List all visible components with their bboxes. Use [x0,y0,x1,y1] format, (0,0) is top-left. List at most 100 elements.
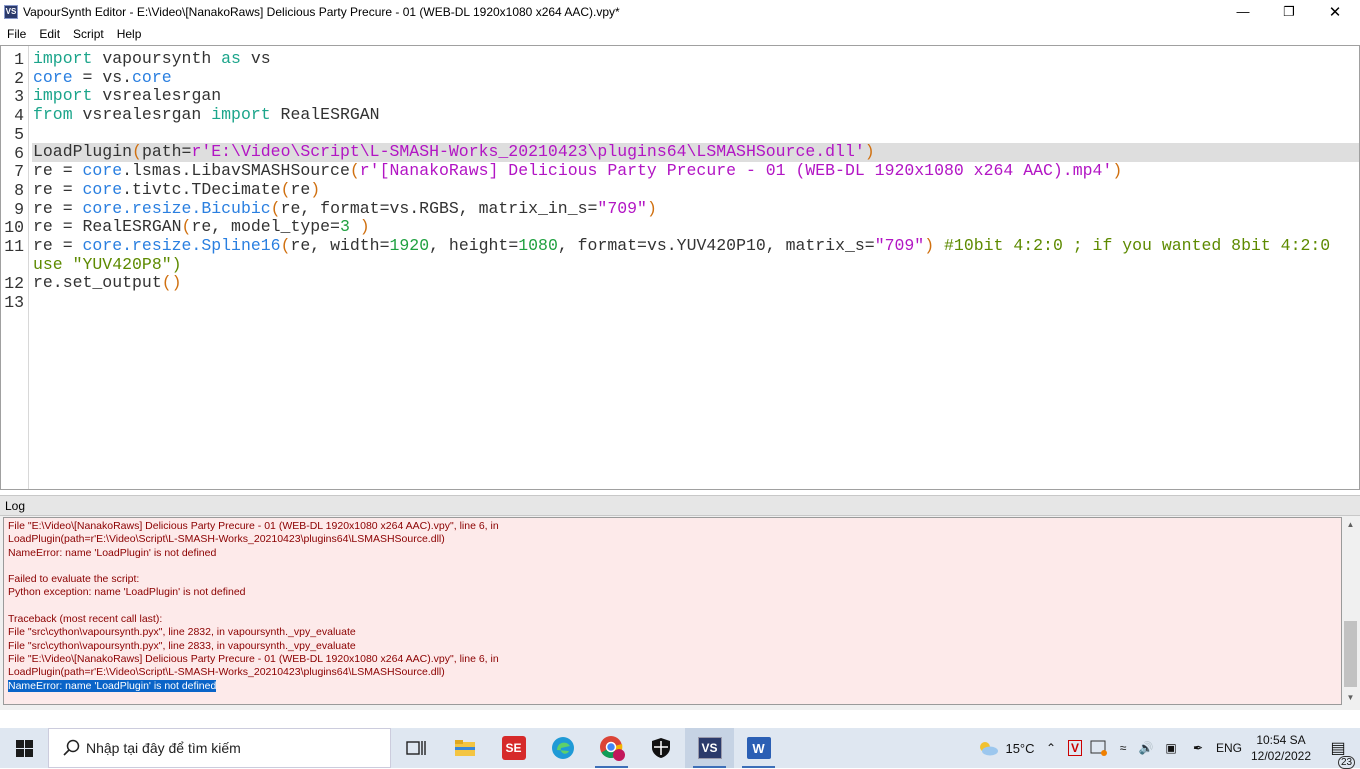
code-token: from [33,105,73,125]
menu-edit[interactable]: Edit [32,27,66,41]
close-button[interactable]: ✕ [1312,0,1358,23]
clock-time: 10:54 SA [1256,733,1306,747]
remote-tray-icon[interactable] [1086,740,1112,756]
log-line: LoadPlugin(path=r'E:\Video\Script\L-SMAS… [8,533,1341,546]
log-line: Failed to evaluate the script: [8,573,1341,586]
code-token: ) [349,217,370,237]
code-token: ) [646,198,657,218]
se-app-icon: SE [501,736,526,760]
log-line-text: LoadPlugin(path=r'E:\Video\Script\L-SMAS… [8,533,445,546]
line-number: 6 [14,143,24,163]
code-token: core [82,161,123,181]
weather-temperature[interactable]: 15°C [1002,741,1038,756]
line-number: 3 [14,87,24,107]
code-token: as [221,49,241,68]
clock[interactable]: 10:54 SA 12/02/2022 [1246,732,1316,764]
code-token: .lsmas.LibavSMASHSource [122,161,350,181]
chrome-icon [599,736,625,761]
log-line-text: Python exception: name 'LoadPlugin' is n… [8,586,246,599]
code-token: vsrealesrgan [92,86,222,106]
task-view-button[interactable] [391,728,440,768]
chrome-button[interactable] [587,728,636,768]
taskbar-search-box[interactable]: Nhập tại đây để tìm kiếm [48,728,391,768]
title-bar: VS VapourSynth Editor - E:\Video\[Nanako… [0,0,1360,23]
wifi-icon[interactable]: ≈ [1112,741,1134,755]
log-line-text: File "E:\Video\[NanakoRaws] Delicious Pa… [8,652,499,665]
code-token: ( [280,179,291,199]
menu-help[interactable]: Help [110,27,148,41]
code-token: core [33,67,73,87]
log-line: File "E:\Video\[NanakoRaws] Delicious Pa… [8,520,1341,533]
code-line[interactable] [33,293,1359,312]
code-line[interactable]: import vsrealesrgan [33,87,1359,106]
meet-camera-icon[interactable]: ▣ [1158,741,1184,755]
start-button[interactable] [0,728,48,768]
word-icon: W [746,737,771,759]
notification-count: 23 [1338,756,1356,769]
input-language[interactable]: ENG [1212,741,1246,755]
code-token: re, model_type= [191,217,340,237]
code-line[interactable] [33,125,1359,144]
code-line[interactable]: import vapoursynth as vs [33,49,1359,69]
log-line: NameError: name 'LoadPlugin' is not defi… [8,679,1341,693]
security-button[interactable] [636,728,685,768]
line-number: 8 [14,180,24,200]
code-line[interactable]: re = core.resize.Bicubic(re, format=vs.R… [33,198,1359,219]
pen-icon[interactable]: ✒ [1184,741,1212,755]
code-line[interactable]: re = core.tivtc.TDecimate(re) [33,179,1359,200]
log-line: File "src\cython\vapoursynth.pyx", line … [8,640,1341,653]
word-button[interactable]: W [734,728,783,768]
code-token: 1080 [518,235,558,255]
edge-icon [551,737,574,759]
log-output[interactable]: File "E:\Video\[NanakoRaws] Delicious Pa… [3,517,1342,705]
code-token: re, format=vs.RGBS, matrix_in_s= [280,198,598,218]
log-line-text: NameError: name 'LoadPlugin' is not defi… [8,546,217,559]
code-token: r'[NanakoRaws] Delicious Party Precure -… [359,161,1113,181]
taskbar: Nhập tại đây để tìm kiếm SE VS W 15°C ⌃ … [0,728,1360,769]
script-editor[interactable]: 1 2 3 4 5 6 7 8 9 10 11 12 13 import vapoursynth as … [0,45,1360,490]
window-title: VapourSynth Editor - E:\Video\[NanakoRaw… [23,4,620,19]
code-line[interactable]: re = RealESRGAN(re, model_type=3 ) [33,217,1359,237]
line-number: 12 [4,274,24,294]
line-number: 2 [14,68,24,88]
code-line[interactable]: core = vs.core [33,67,1359,88]
volume-icon[interactable]: 🔊 [1134,741,1158,755]
code-line[interactable]: from vsrealesrgan import RealESRGAN [33,105,1359,125]
code-line[interactable]: LoadPlugin(path=r'E:\Video\Script\L-SMAS… [32,142,1359,163]
file-explorer-button[interactable] [440,728,489,768]
scroll-up-arrow-icon[interactable]: ▲ [1343,517,1358,532]
weather-icon[interactable] [974,740,1002,756]
maximize-button[interactable]: ❐ [1266,0,1312,23]
clock-date: 12/02/2022 [1250,749,1312,763]
code-token: core.resize.Bicubic [82,198,271,218]
code-line[interactable]: re = core.resize.Spline16(re, width=1920… [33,235,1359,256]
code-token: ( [132,142,142,162]
scroll-thumb[interactable] [1344,621,1357,687]
scroll-down-arrow-icon[interactable]: ▼ [1343,690,1358,705]
show-hidden-icons-chevron-icon[interactable]: ⌃ [1038,741,1064,755]
code-token: 3 [339,217,350,237]
code-token: re [290,179,311,199]
notification-center-button[interactable]: ▤ 23 [1316,738,1360,769]
vapoursynth-editor-button[interactable]: VS [685,728,734,768]
code-line[interactable]: use "YUV420P8") [33,254,1359,275]
line-number: 1 [14,50,24,69]
log-scrollbar[interactable]: ▲ ▼ [1343,517,1358,705]
search-icon [63,739,80,756]
code-line[interactable]: re = core.lsmas.LibavSMASHSource(r'[Nana… [33,161,1359,181]
menu-script[interactable]: Script [66,27,110,41]
v-app-tray-icon[interactable]: V [1064,740,1086,756]
menu-file[interactable]: File [0,27,32,41]
line-number: 13 [4,293,24,313]
code-token: #10bit 4:2:0 ; if you wanted 8bit 4:2:0 [934,235,1331,255]
minimize-button[interactable]: — [1220,0,1266,23]
code-line[interactable]: re.set_output() [33,273,1359,293]
edge-button[interactable] [538,728,587,768]
code-token: use "YUV420P8") [33,254,182,274]
line-number: 11 [4,237,24,256]
task-view-icon [405,741,426,755]
log-line: Python exception: name 'LoadPlugin' is n… [8,586,1341,599]
code-area[interactable]: import vapoursynth as vs core = vs.core im… [32,49,1359,312]
se-app-button[interactable]: SE [489,728,538,768]
